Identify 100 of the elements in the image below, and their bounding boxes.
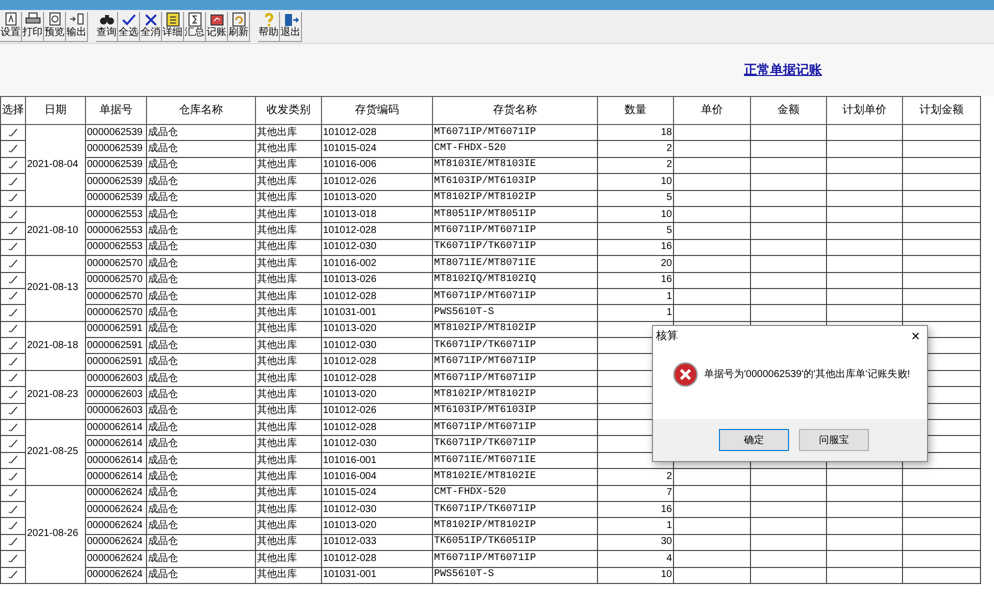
toolbar-button[interactable]: 详细 — [162, 12, 184, 42]
date-cell: 2021-08-18 — [26, 321, 86, 370]
warehouse-cell: 成品仓 — [146, 468, 256, 486]
check-icon[interactable] — [8, 176, 18, 186]
type-cell: 其他出库 — [256, 157, 322, 174]
item-code-cell: 101012-026 — [322, 403, 432, 420]
check-icon[interactable] — [8, 242, 18, 252]
item-name-cell: MT6071IP/MT6071IP — [432, 124, 598, 141]
date-cell: 2021-08-04 — [26, 124, 86, 206]
document-number-cell: 0000062570 — [86, 272, 146, 288]
warehouse-cell: 成品仓 — [146, 338, 256, 354]
item-name-cell: MT6071IP/MT6071IP — [432, 550, 598, 568]
toolbar-button[interactable]: 帮助 — [258, 12, 280, 42]
type-cell: 其他出库 — [256, 272, 322, 288]
type-cell: 其他出库 — [256, 468, 322, 486]
item-code-cell: 101012-033 — [322, 534, 432, 551]
check-icon[interactable] — [8, 144, 18, 153]
check-icon[interactable] — [8, 390, 18, 399]
check-icon[interactable] — [8, 373, 18, 382]
toolbar-button[interactable]: 设置 — [0, 12, 22, 42]
check-icon[interactable] — [8, 488, 18, 498]
item-name-cell: MT8102IP/MT8102IP — [432, 386, 598, 404]
type-cell: 其他出库 — [256, 190, 322, 206]
toolbar-button[interactable]: 全选 — [118, 12, 140, 42]
check-icon[interactable] — [8, 438, 18, 448]
check-icon[interactable] — [8, 554, 18, 563]
check-icon[interactable] — [8, 472, 18, 481]
type-cell: 其他出库 — [256, 501, 322, 518]
item-name-cell: CMT-FHDX-520 — [432, 140, 598, 158]
document-number-cell: 0000062591 — [86, 338, 146, 354]
item-code-cell: 101012-028 — [322, 550, 432, 568]
check-icon[interactable] — [8, 275, 18, 284]
quantity-cell: 5 — [598, 190, 674, 206]
document-number-cell: 0000062539 — [86, 124, 146, 141]
check-icon[interactable] — [8, 128, 18, 137]
type-cell: 其他出库 — [256, 321, 322, 338]
toolbar-button[interactable]: 退出 — [280, 12, 302, 42]
item-name-cell: MT8102IE/MT8102IE — [432, 468, 598, 486]
check-icon[interactable] — [8, 324, 18, 334]
item-code-cell: 101012-028 — [322, 124, 432, 141]
quantity-cell: 4 — [598, 550, 674, 568]
item-name-cell: MT8102IP/MT8102IP — [432, 321, 598, 338]
export-icon — [68, 12, 84, 27]
toolbar-button[interactable]: 全消 — [140, 12, 162, 42]
toolbar-button[interactable]: 汇总 — [184, 12, 206, 42]
check-icon[interactable] — [8, 193, 18, 202]
warehouse-cell: 成品仓 — [146, 518, 256, 534]
type-cell: 其他出库 — [256, 452, 322, 469]
toolbar-button[interactable]: 刷新 — [228, 12, 250, 42]
document-number-cell: 0000062624 — [86, 534, 146, 551]
warehouse-cell: 成品仓 — [146, 124, 256, 141]
document-number-cell: 0000062591 — [86, 354, 146, 370]
item-name-cell: CMT-FHDX-520 — [432, 485, 598, 502]
item-name-cell: MT6071IP/MT6071IP — [432, 288, 598, 305]
check-icon[interactable] — [8, 357, 18, 366]
column-header: 单价 — [674, 96, 750, 124]
toolbar-button[interactable]: 输出 — [66, 12, 88, 42]
dialog-button[interactable]: 问服宝 — [799, 429, 869, 451]
item-code-cell: 101016-002 — [322, 256, 432, 272]
toolbar-button[interactable]: 预览 — [44, 12, 66, 42]
date-cell: 2021-08-10 — [26, 206, 86, 256]
warehouse-cell: 成品仓 — [146, 550, 256, 568]
check-icon[interactable] — [8, 291, 18, 300]
check-icon[interactable] — [8, 422, 18, 432]
check-icon[interactable] — [8, 455, 18, 464]
check-icon[interactable] — [8, 340, 18, 350]
error-message: 单据号为'0000062539'的'其他出库单'记账失败! — [704, 368, 910, 382]
item-name-cell: MT6103IP/MT6103IP — [432, 174, 598, 190]
item-code-cell: 101012-028 — [322, 288, 432, 305]
item-name-cell: MT8102IP/MT8102IP — [432, 518, 598, 534]
dialog-button[interactable]: 确定 — [719, 429, 789, 451]
check-icon[interactable] — [8, 258, 18, 268]
column-header: 存货名称 — [432, 96, 598, 124]
check-icon[interactable] — [8, 537, 18, 546]
type-cell: 其他出库 — [256, 386, 322, 404]
check-icon[interactable] — [8, 210, 18, 218]
close-button[interactable]: × — [907, 328, 924, 344]
check-icon[interactable] — [8, 406, 18, 416]
item-code-cell: 101012-028 — [322, 370, 432, 387]
item-code-cell: 101012-028 — [322, 354, 432, 370]
check-icon[interactable] — [8, 308, 18, 317]
item-name-cell: MT8071IE/MT8071IE — [432, 256, 598, 272]
document-number-cell: 0000062539 — [86, 157, 146, 174]
quantity-cell: 20 — [598, 256, 674, 272]
warehouse-cell: 成品仓 — [146, 403, 256, 420]
warehouse-cell: 成品仓 — [146, 157, 256, 174]
column-header: 计划金额 — [902, 96, 980, 124]
item-code-cell: 101013-020 — [322, 190, 432, 206]
column-header: 选择 — [0, 96, 26, 124]
date-cell: 2021-08-25 — [26, 420, 86, 486]
check-icon[interactable] — [8, 226, 18, 235]
check-icon[interactable] — [8, 520, 18, 530]
toolbar-button[interactable]: 打印 — [22, 12, 44, 42]
check-icon[interactable] — [8, 160, 18, 170]
check-icon[interactable] — [8, 504, 18, 514]
toolbar-button[interactable]: 记账 — [206, 12, 228, 42]
quantity-cell: 30 — [598, 534, 674, 551]
check-icon[interactable] — [8, 570, 18, 580]
item-code-cell: 101012-028 — [322, 222, 432, 240]
toolbar-button[interactable]: 查询 — [96, 12, 118, 42]
